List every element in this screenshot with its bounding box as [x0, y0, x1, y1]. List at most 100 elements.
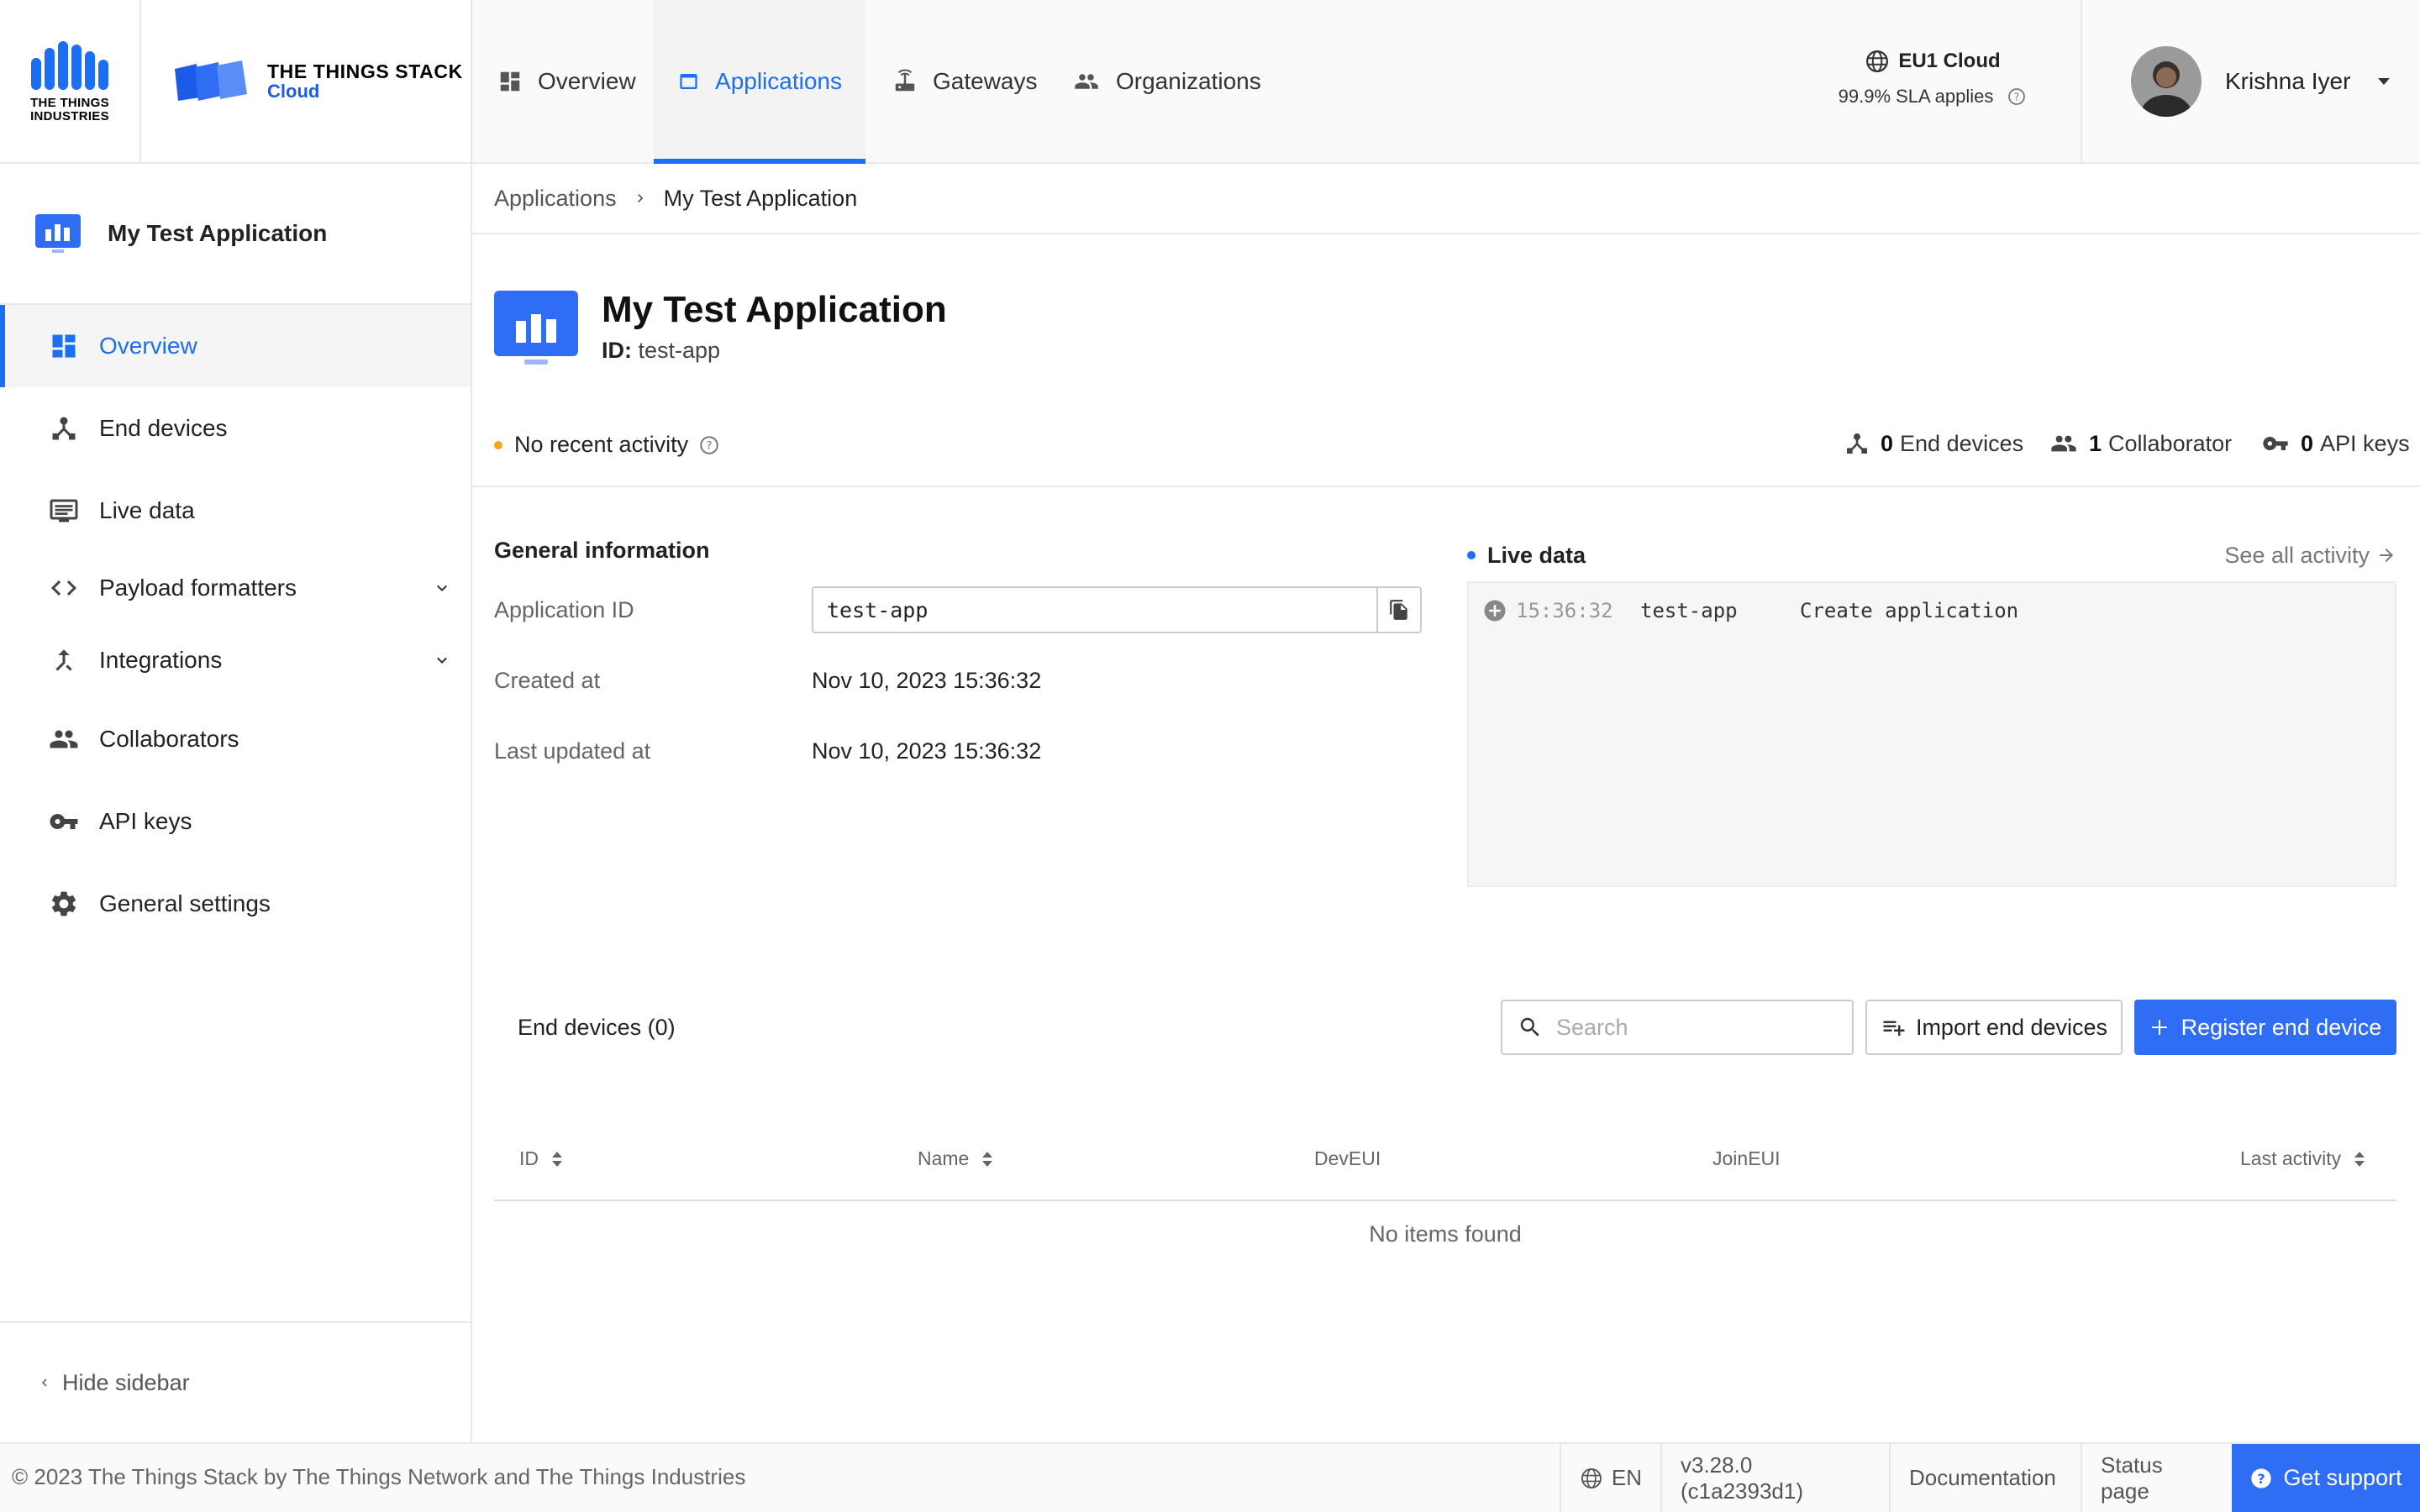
breadcrumb-current: My Test Application: [663, 185, 858, 211]
user-menu[interactable]: Krishna Iyer: [2081, 0, 2420, 162]
tti-logo-icon: [31, 40, 108, 90]
get-support-label: Get support: [2283, 1465, 2402, 1490]
nav-organizations[interactable]: Organizations: [1049, 0, 1285, 162]
avatar[interactable]: [2131, 45, 2202, 117]
live-data-title: Live data: [1467, 543, 1586, 569]
column-header-id[interactable]: ID: [519, 1147, 564, 1170]
app-id-value: test-app: [638, 338, 721, 363]
sort-icon: [982, 1151, 993, 1167]
tti-logo[interactable]: THE THINGS INDUSTRIES: [0, 0, 141, 162]
top-header: THE THINGS INDUSTRIES THE THINGS STACK C…: [0, 0, 2420, 164]
sidebar-item-general-settings[interactable]: General settings: [0, 863, 471, 945]
column-label: Name: [918, 1147, 970, 1169]
column-header-last-activity[interactable]: Last activity: [2240, 1147, 2366, 1170]
integration-icon: [55, 649, 72, 671]
live-data-icon: [50, 499, 78, 522]
activity-row: No recent activity ? 0 End devices 1 Col…: [472, 417, 2420, 487]
dashboard-icon: [500, 71, 520, 91]
live-dot: [1467, 551, 1476, 559]
svg-text:?: ?: [2258, 1470, 2265, 1486]
people-icon: [2051, 435, 2076, 452]
sidebar-item-label: Integrations: [99, 647, 223, 673]
application-icon: [494, 291, 578, 365]
page-title: My Test Application: [602, 289, 947, 330]
sidebar-item-end-devices[interactable]: End devices: [0, 387, 471, 470]
info-label: Last updated at: [494, 738, 651, 764]
app-id-field-value[interactable]: test-app: [813, 598, 1376, 622]
info-row-last-updated: Last updated at Nov 10, 2023 15:36:32: [494, 727, 1422, 774]
nav-overview[interactable]: Overview: [474, 0, 660, 162]
get-support-button[interactable]: ? Get support: [2232, 1444, 2420, 1512]
sidebar-item-label: End devices: [99, 415, 228, 441]
application-icon: [35, 214, 81, 253]
sla-label: 99.9% SLA applies: [1838, 86, 1994, 107]
sidebar-item-label: Overview: [99, 333, 197, 359]
status-dot: [494, 440, 502, 449]
live-data-box[interactable]: 15:36:32 test-app Create application: [1467, 581, 2396, 887]
sidebar-item-overview[interactable]: Overview: [0, 305, 471, 387]
import-end-devices-button[interactable]: Import end devices: [1865, 1000, 2123, 1055]
stat-label: End devices: [1900, 430, 2024, 456]
nav-applications[interactable]: Applications: [654, 0, 865, 164]
version-text: v3.28.0 (c1a2393d1): [1681, 1452, 1803, 1504]
column-header-name[interactable]: Name: [918, 1147, 994, 1170]
chevron-down-icon[interactable]: [432, 650, 452, 670]
tts-logo[interactable]: THE THINGS STACK Cloud: [141, 0, 472, 162]
sidebar-item-collaborators[interactable]: Collaborators: [0, 698, 471, 780]
register-end-device-button[interactable]: Register end device: [2134, 1000, 2396, 1055]
arrow-right-icon: [2380, 549, 2393, 562]
help-icon[interactable]: ?: [2007, 87, 2027, 107]
copyright-text: © 2023 The Things Stack by The Things Ne…: [12, 1464, 746, 1489]
search-field[interactable]: [1556, 1014, 1842, 1041]
sidebar-item-api-keys[interactable]: API keys: [0, 780, 471, 863]
cloud-name-label: EU1 Cloud: [1898, 50, 2001, 72]
sidebar-app-header: My Test Application: [0, 164, 471, 305]
device-hub-icon: [52, 417, 76, 440]
sidebar-item-payload-formatters[interactable]: Payload formatters: [0, 547, 471, 629]
column-label: ID: [519, 1147, 539, 1169]
sidebar-item-live-data[interactable]: Live data: [0, 470, 471, 552]
code-icon: [51, 580, 76, 596]
sidebar-item-label: Payload formatters: [99, 575, 297, 601]
activity-status-label: No recent activity: [514, 432, 689, 457]
copy-icon: [1390, 600, 1407, 620]
nav-gateways[interactable]: Gateways: [869, 0, 1061, 162]
breadcrumb-applications[interactable]: Applications: [494, 186, 617, 212]
event-description: Create application: [1800, 599, 2019, 622]
import-label: Import end devices: [1915, 1014, 2108, 1040]
search-input[interactable]: [1501, 1000, 1854, 1055]
copy-button[interactable]: [1376, 588, 1420, 632]
see-all-activity-link[interactable]: See all activity: [2224, 543, 2396, 569]
live-data-title-label: Live data: [1487, 542, 1586, 568]
info-row-created-at: Created at Nov 10, 2023 15:36:32: [494, 657, 1422, 704]
stat-collaborators[interactable]: 1 Collaborator: [2049, 430, 2232, 457]
stat-label: Collaborator: [2108, 430, 2233, 456]
nav-applications-label: Applications: [715, 67, 842, 94]
gear-icon: [51, 891, 76, 916]
documentation-link[interactable]: Documentation: [1889, 1444, 2081, 1512]
see-all-label: See all activity: [2224, 542, 2370, 568]
stat-api-keys[interactable]: 0 API keys: [2260, 430, 2410, 457]
version-label: v3.28.0 (c1a2393d1): [1660, 1444, 1889, 1512]
app-id-label: ID:: [602, 338, 632, 363]
app-header: My Test Application ID: test-app: [494, 291, 947, 371]
search-icon: [1520, 1017, 1539, 1037]
user-name[interactable]: Krishna Iyer: [2225, 68, 2350, 95]
app-id-field[interactable]: test-app: [812, 586, 1422, 633]
caret-down-icon[interactable]: [2375, 76, 2392, 87]
language-selector[interactable]: EN: [1560, 1444, 1660, 1512]
end-devices-title: End devices (0): [518, 1015, 676, 1040]
chevron-down-icon[interactable]: [432, 578, 452, 598]
status-page-link[interactable]: Status page: [2081, 1444, 2232, 1512]
stat-end-devices[interactable]: 0 End devices: [1844, 430, 2023, 457]
stat-count: 0: [1881, 430, 1894, 456]
plus-icon: [2151, 1020, 2167, 1035]
people-icon: [50, 730, 78, 748]
help-icon[interactable]: ?: [698, 434, 720, 456]
info-label: Created at: [494, 667, 601, 693]
nav-organizations-label: Organizations: [1116, 67, 1261, 94]
event-row[interactable]: 15:36:32 test-app Create application: [1482, 598, 2018, 623]
hide-sidebar-button[interactable]: Hide sidebar: [0, 1321, 471, 1442]
sidebar-item-integrations[interactable]: Integrations: [0, 619, 471, 701]
sidebar-item-label: Live data: [99, 497, 195, 523]
